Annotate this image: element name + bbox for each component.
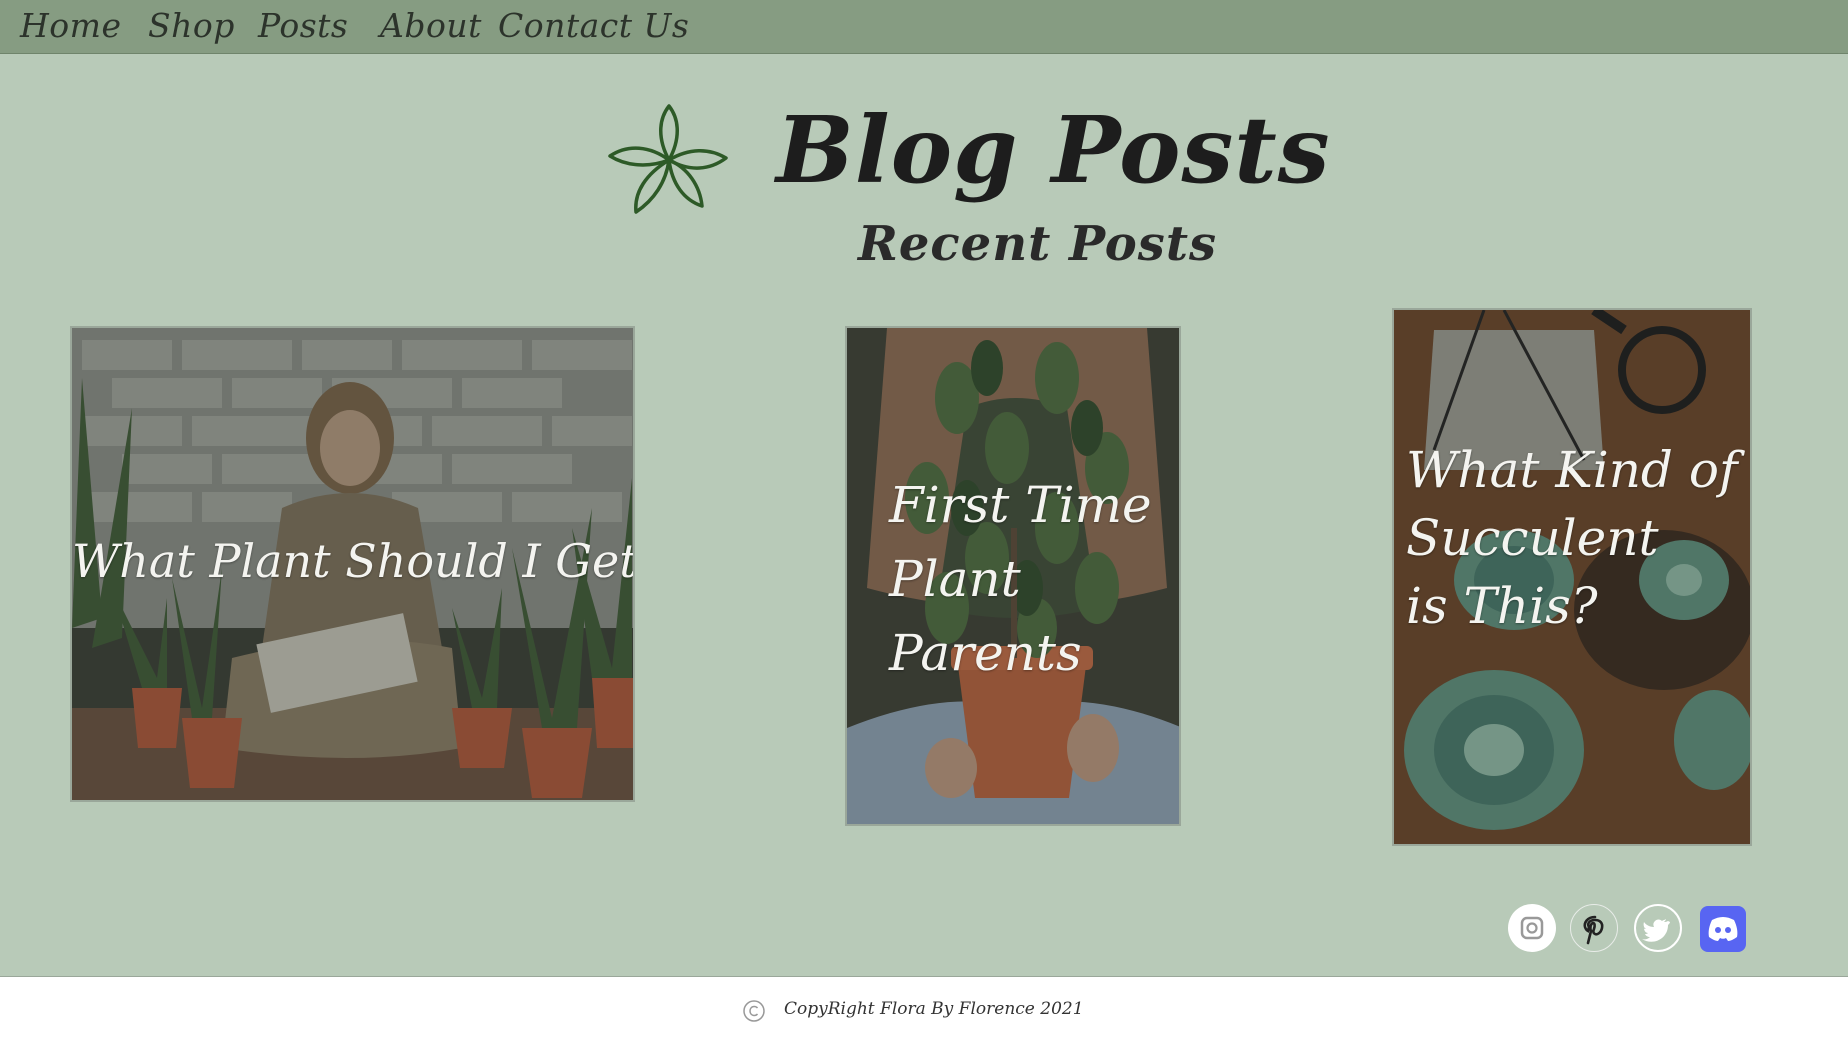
nav-home-link[interactable]: Home <box>20 6 121 50</box>
discord-icon[interactable] <box>1700 906 1746 952</box>
page-subtitle: Recent Posts <box>858 216 1218 272</box>
twitter-icon[interactable] <box>1634 904 1682 952</box>
nav-posts-link[interactable]: Posts <box>258 6 348 50</box>
page-title: Blog Posts <box>776 96 1331 204</box>
post-card-succulent[interactable]: What Kind of Succulent is This? <box>1392 308 1752 846</box>
post-title: What Plant Should I Get <box>72 534 635 588</box>
instagram-icon[interactable] <box>1508 904 1556 952</box>
nav-about-link[interactable]: About <box>380 6 482 50</box>
post-title: First Time Plant Parents <box>889 476 1152 682</box>
flower-outline-icon <box>606 102 732 218</box>
post-card-first-time-parents[interactable]: First Time Plant Parents <box>845 326 1181 826</box>
copyright-icon <box>742 999 766 1023</box>
post-title: What Kind of Succulent is This? <box>1406 441 1738 635</box>
nav-shop-link[interactable]: Shop <box>148 6 235 50</box>
copyright-text: CopyRight Flora By Florence 2021 <box>784 999 1084 1019</box>
top-navbar: Home Shop Posts About Contact Us <box>0 0 1848 54</box>
nav-contact-link[interactable]: Contact Us <box>498 6 689 50</box>
post-card-plant-choice[interactable]: What Plant Should I Get <box>70 326 635 802</box>
pinterest-icon[interactable] <box>1570 904 1618 952</box>
site-footer: CopyRight Flora By Florence 2021 <box>0 976 1848 1040</box>
